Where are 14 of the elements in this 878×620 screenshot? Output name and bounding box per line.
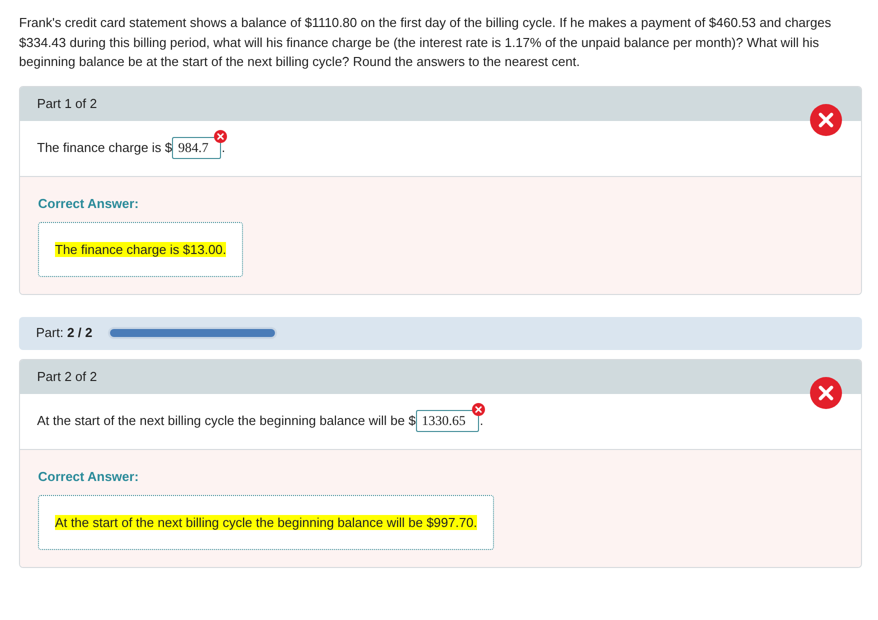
period-text: . [478, 412, 484, 430]
correct-answer-label: Correct Answer: [38, 196, 140, 212]
answer-field[interactable]: 984.7 [172, 137, 221, 159]
correct-answer-label: Correct Answer: [38, 468, 140, 484]
correct-answer-text: At the start of the next billing cycle the beginning balance will be $997.70. [55, 514, 478, 530]
correct-answer-text: The finance charge is $13.00. [55, 242, 226, 256]
answer-field[interactable]: 1330.65 [416, 410, 479, 432]
part-progress-text: Part: 2 / 2 [36, 324, 92, 342]
question-text: Frank's credit card statement shows a balance of $1110.80 on the first day of the billing cycle. If he makes a payment of $460.53 and charges $334.43 during this billing period, what will his finance charge be (the interest rate is 1.17% of the unpaid balance per month)? What will his beginning balance be at the start of the next billing cycle? Round the answers to the nearest cent. [19, 14, 832, 71]
part-title: Part 1 of 2 [37, 94, 97, 113]
period-text: . [220, 139, 226, 158]
prompt-text: At the start of the next billing cycle the beginning balance will be $ [37, 412, 416, 430]
part-title: Part 2 of 2 [37, 368, 97, 386]
prompt-text: The finance charge is $ [37, 139, 172, 158]
